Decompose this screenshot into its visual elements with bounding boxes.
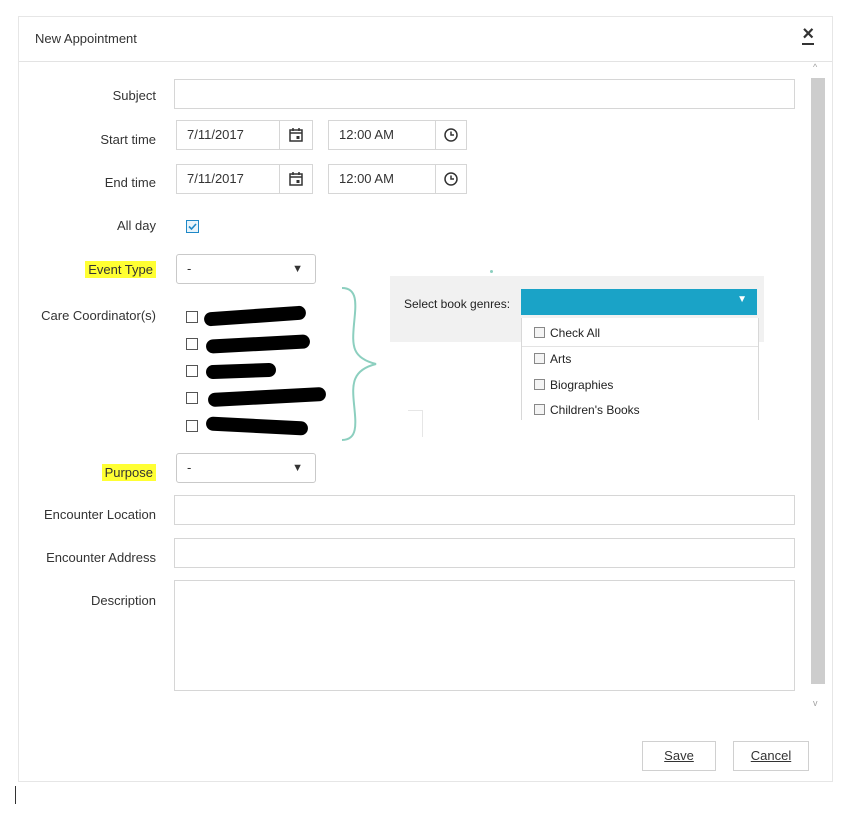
end-time-input[interactable]: 12:00 AM	[328, 164, 436, 194]
event-type-label: Event Type	[6, 261, 156, 278]
panel-edge	[408, 410, 423, 437]
coordinator-checkbox[interactable]	[186, 338, 198, 350]
caret-down-icon: ▼	[292, 462, 303, 474]
coordinator-checkbox[interactable]	[186, 311, 198, 323]
genre-option-check-all[interactable]: Check All	[534, 326, 600, 340]
purpose-label: Purpose	[6, 464, 156, 481]
save-button[interactable]: Save	[642, 741, 716, 771]
scroll-down-icon[interactable]: v	[813, 698, 818, 708]
encounter-address-input[interactable]	[174, 538, 795, 568]
genre-option-childrens-books[interactable]: Children's Books	[534, 403, 640, 417]
encounter-address-label: Encounter Address	[46, 550, 156, 565]
clock-icon	[444, 128, 458, 142]
scrollbar-thumb[interactable]	[811, 78, 825, 684]
start-time-label: Start time	[100, 132, 156, 147]
care-coordinators-label: Care Coordinator(s)	[41, 308, 156, 323]
caret-down-icon: ▼	[737, 294, 747, 305]
start-date-calendar-button[interactable]	[279, 120, 313, 150]
end-time-clock-button[interactable]	[435, 164, 467, 194]
clock-icon	[444, 172, 458, 186]
genre-option-biographies[interactable]: Biographies	[534, 378, 613, 392]
end-date-calendar-button[interactable]	[279, 164, 313, 194]
start-time-input[interactable]: 12:00 AM	[328, 120, 436, 150]
close-icon[interactable]: ×	[802, 24, 814, 45]
purpose-dropdown[interactable]: - ▼	[176, 453, 316, 483]
end-date-input[interactable]: 7/11/2017	[176, 164, 280, 194]
caret-down-icon: ▼	[292, 263, 303, 275]
coordinator-checkbox[interactable]	[186, 365, 198, 377]
description-label: Description	[90, 593, 156, 608]
encounter-location-label: Encounter Location	[43, 507, 156, 522]
genre-checkbox[interactable]	[534, 404, 545, 415]
genre-checkbox[interactable]	[534, 353, 545, 364]
redacted-name	[205, 362, 277, 380]
purpose-value: -	[187, 460, 192, 475]
brace-annotation	[341, 287, 377, 441]
dialog-titlebar: New Appointment ×	[19, 17, 832, 62]
stray-dot	[490, 270, 493, 273]
all-day-label: All day	[116, 218, 156, 233]
event-type-value: -	[187, 261, 192, 276]
cancel-button[interactable]: Cancel	[733, 741, 809, 771]
dialog-title: New Appointment	[35, 31, 137, 46]
book-genres-dropdown[interactable]: ▼	[521, 289, 757, 315]
event-type-dropdown[interactable]: - ▼	[176, 254, 316, 284]
genre-option-arts[interactable]: Arts	[534, 352, 571, 366]
scrollbar[interactable]: ^ v	[809, 60, 827, 714]
genre-checkbox[interactable]	[534, 327, 545, 338]
subject-input[interactable]	[174, 79, 795, 109]
book-genres-list: Check All Arts Biographies Children's Bo…	[521, 318, 759, 420]
coordinator-checkbox[interactable]	[186, 392, 198, 404]
start-time-clock-button[interactable]	[435, 120, 467, 150]
subject-label: Subject	[112, 88, 156, 103]
encounter-location-input[interactable]	[174, 495, 795, 525]
start-date-input[interactable]: 7/11/2017	[176, 120, 280, 150]
checkmark-icon	[188, 223, 197, 231]
genre-checkbox[interactable]	[534, 379, 545, 390]
book-genres-label: Select book genres:	[404, 297, 511, 311]
description-textarea[interactable]	[174, 580, 795, 691]
text-cursor	[15, 786, 16, 804]
coordinator-checkbox[interactable]	[186, 420, 198, 432]
separator	[522, 346, 758, 347]
calendar-icon	[289, 172, 303, 186]
scroll-up-icon[interactable]: ^	[813, 62, 817, 72]
all-day-checkbox[interactable]	[186, 220, 199, 233]
calendar-icon	[289, 128, 303, 142]
end-time-label: End time	[104, 175, 156, 190]
